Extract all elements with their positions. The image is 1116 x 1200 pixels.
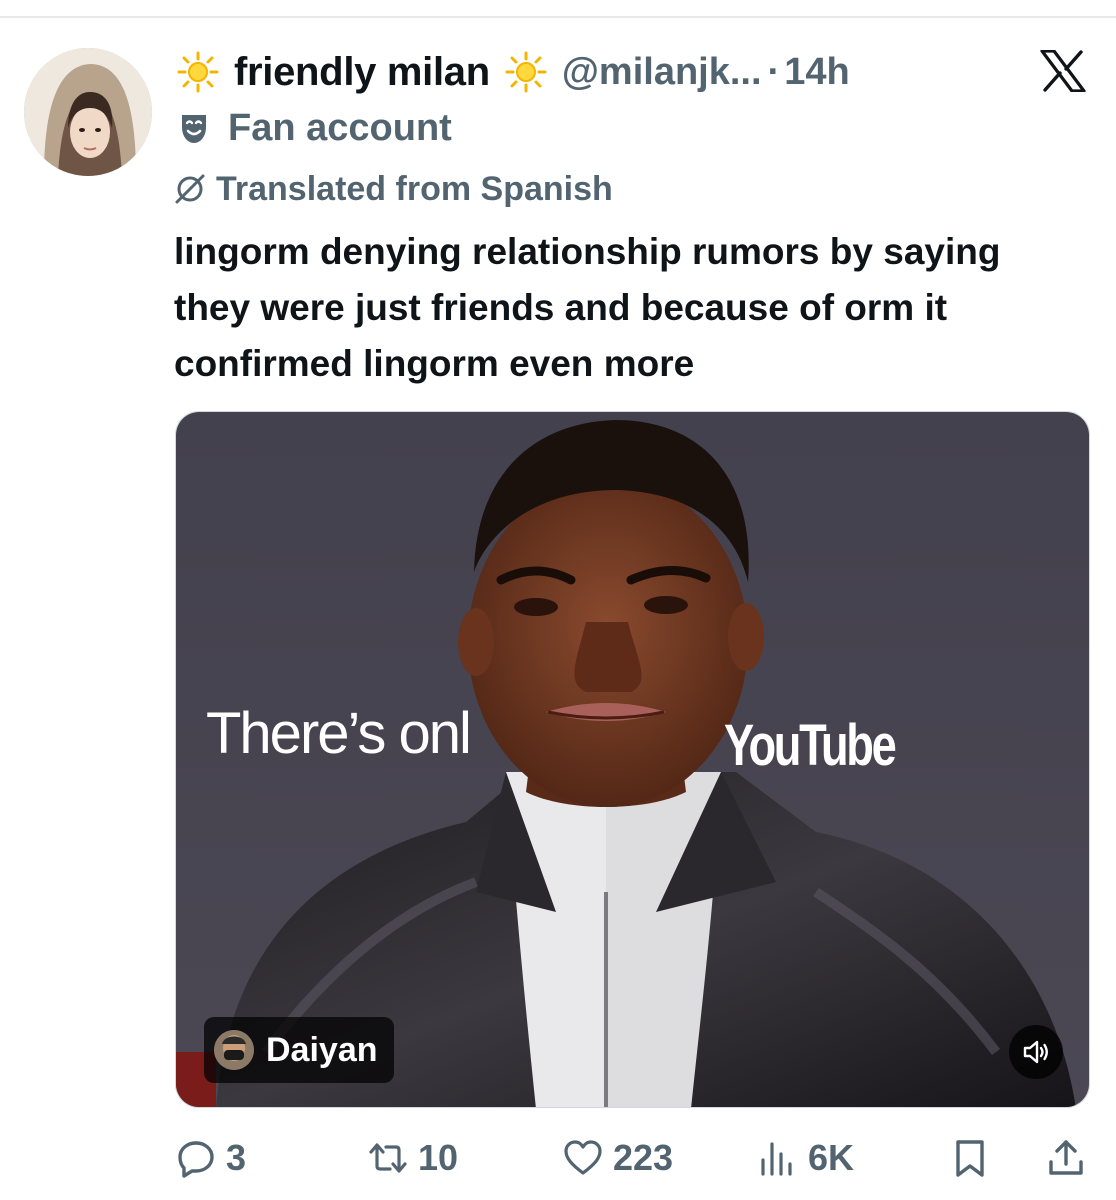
sun-emoji-icon: [177, 51, 219, 93]
background-sign-text-right: YouTube: [724, 713, 897, 778]
repost-count: 10: [418, 1137, 459, 1178]
action-bar: 3 10 223 6K: [0, 1130, 1116, 1186]
repost-button[interactable]: 10: [368, 1130, 458, 1186]
account-label-row: Fan account: [176, 106, 452, 150]
views-button[interactable]: 6K: [758, 1130, 854, 1186]
views-bar-chart-icon: [761, 1142, 792, 1176]
translation-notice[interactable]: Translated from Spanish: [172, 168, 613, 210]
reply-icon: [178, 1141, 214, 1178]
fan-account-label: Fan account: [228, 106, 452, 149]
theater-masks-icon: [182, 115, 206, 143]
bookmark-button[interactable]: [950, 1130, 990, 1186]
media-credit-tag[interactable]: Daiyan: [204, 1017, 394, 1083]
tweet-text: lingorm denying relationship rumors by s…: [174, 231, 1001, 384]
background-sign-text-left: There’s onl: [206, 701, 472, 766]
share-button[interactable]: [1046, 1130, 1086, 1186]
speaker-icon: [1023, 1040, 1048, 1064]
tweet-header: friendly milan @milanjk... · 14h: [176, 44, 850, 100]
heart-icon: [564, 1140, 602, 1175]
reply-button[interactable]: 3: [176, 1130, 246, 1186]
display-name[interactable]: friendly milan: [234, 50, 490, 95]
timestamp[interactable]: 14h: [784, 51, 849, 94]
user-avatar[interactable]: [24, 48, 152, 176]
credit-avatar: [214, 1030, 254, 1070]
bookmark-icon: [956, 1140, 984, 1177]
credit-avatar-image: [214, 1030, 254, 1070]
like-count: 223: [613, 1137, 674, 1178]
user-handle[interactable]: @milanjk...: [562, 51, 762, 94]
tweet-media[interactable]: There’s onl YouTube Daiyan: [175, 411, 1090, 1108]
translate-icon: [175, 174, 205, 204]
reply-count: 3: [226, 1137, 247, 1178]
sound-toggle-button[interactable]: [1009, 1025, 1063, 1079]
top-divider: [0, 16, 1116, 18]
x-logo-icon[interactable]: [1040, 50, 1086, 92]
like-button[interactable]: 223: [563, 1130, 673, 1186]
credit-name: Daiyan: [266, 1030, 378, 1069]
share-icon: [1049, 1140, 1083, 1175]
separator-dot: ·: [767, 50, 781, 93]
avatar-image: [24, 48, 152, 176]
translated-from-label: Translated from Spanish: [216, 169, 613, 208]
view-count: 6K: [808, 1137, 855, 1178]
sun-emoji-icon: [505, 51, 547, 93]
repost-icon: [369, 1143, 407, 1173]
